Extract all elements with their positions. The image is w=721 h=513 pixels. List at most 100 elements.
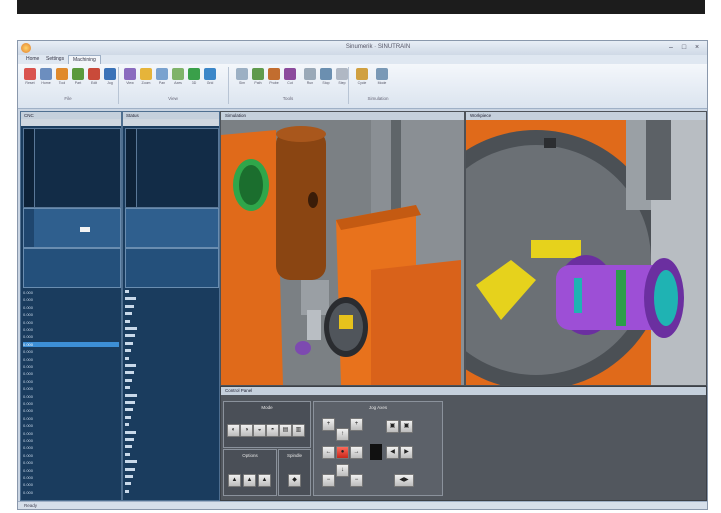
program-list-row[interactable]: 0.000 xyxy=(23,408,119,413)
mode-button-3[interactable]: ◒ xyxy=(253,424,266,437)
ribbon-button-20[interactable]: Cycle xyxy=(354,68,370,88)
ribbon-button-10[interactable]: Axes xyxy=(170,68,186,88)
program-list-row[interactable]: 0.000 xyxy=(23,327,119,332)
mode-button-4[interactable]: ◓ xyxy=(266,424,279,437)
status-list[interactable] xyxy=(123,288,219,500)
ribbon-button-14[interactable]: Path xyxy=(250,68,266,88)
program-list-row[interactable]: 0.000 xyxy=(23,431,119,436)
ribbon-button-9[interactable]: Pan xyxy=(154,68,170,88)
workpiece-scene-illustration xyxy=(466,120,706,385)
program-list-row[interactable]: 0.000 xyxy=(23,305,119,310)
ribbon-button-icon xyxy=(72,68,84,80)
jog-right-button[interactable]: → xyxy=(350,446,363,459)
jog-z-plus-button[interactable]: + xyxy=(322,418,335,431)
jog-down-button[interactable]: ↓ xyxy=(336,464,349,477)
jog-side-button-4[interactable]: ▶ xyxy=(400,446,413,459)
ribbon-button-13[interactable]: Sim xyxy=(234,68,250,88)
ribbon-button-11[interactable]: 3D xyxy=(186,68,202,88)
program-list-row[interactable]: 0.000 xyxy=(23,453,119,458)
ribbon-button-6[interactable]: Jog xyxy=(102,68,118,88)
ribbon-button-3[interactable]: Tool xyxy=(54,68,70,88)
jog-side-button-2[interactable]: ▣ xyxy=(400,420,413,433)
ribbon-button-label: Grid xyxy=(206,81,214,85)
workpiece-view-header: Workpiece xyxy=(466,112,706,120)
program-list-row[interactable]: 0.000 xyxy=(23,290,119,295)
mode-button-6[interactable]: ▥ xyxy=(292,424,305,437)
jog-z-minus-button[interactable]: − xyxy=(322,474,335,487)
tab-settings[interactable]: Settings xyxy=(42,55,68,64)
jog-left-button[interactable]: ← xyxy=(322,446,335,459)
mode-button-2[interactable]: ◑ xyxy=(240,424,253,437)
program-list-row[interactable]: 0.000 xyxy=(23,312,119,317)
maximize-button[interactable]: □ xyxy=(679,43,689,52)
program-list-row[interactable]: 0.000 xyxy=(23,445,119,450)
ribbon-button-8[interactable]: Zoom xyxy=(138,68,154,88)
ribbon-button-1[interactable]: Reset xyxy=(22,68,38,88)
status-panel: Status xyxy=(122,111,220,501)
ribbon-button-18[interactable]: Stop xyxy=(318,68,334,88)
mode-button-1[interactable]: ◐ xyxy=(227,424,240,437)
program-list-row[interactable]: 0.000 xyxy=(23,341,119,347)
program-list-row[interactable]: 0.000 xyxy=(23,320,119,325)
program-list-row[interactable]: 0.000 xyxy=(23,475,119,480)
program-list-row[interactable]: 0.000 xyxy=(23,460,119,465)
option-button-2[interactable]: ▲ xyxy=(243,474,256,487)
jog-axes-group: Jog Axes + ↑ + ← ● → − ↓ − ▣ ▣ ◀ ▶ ◀▶ xyxy=(313,401,443,496)
mode-button-5[interactable]: ▤ xyxy=(279,424,292,437)
program-list-row[interactable]: 0.000 xyxy=(23,423,119,428)
option-button-1[interactable]: ▲ xyxy=(228,474,241,487)
spindle-button[interactable]: ◆ xyxy=(288,474,301,487)
program-list-row[interactable]: 0.000 xyxy=(23,468,119,473)
program-list-row[interactable]: 0.000 xyxy=(23,297,119,302)
machine-view[interactable]: Simulation xyxy=(220,111,465,386)
ribbon-button-icon xyxy=(188,68,200,80)
jog-side-button-1[interactable]: ▣ xyxy=(386,420,399,433)
app-window: Sinumerik · SINUTRAIN – □ × Home Setting… xyxy=(17,40,708,510)
program-list-row[interactable]: 0.000 xyxy=(23,379,119,384)
workpiece-view[interactable]: Workpiece xyxy=(465,111,707,386)
ribbon-button-16[interactable]: Cut xyxy=(282,68,298,88)
program-list-row[interactable]: 0.000 xyxy=(23,334,119,339)
program-list-row[interactable]: 0.000 xyxy=(23,357,119,362)
spindle-group: Spindle ◆ xyxy=(278,449,311,496)
app-logo-icon[interactable] xyxy=(21,43,31,53)
ribbon-button-21[interactable]: Mode xyxy=(374,68,390,88)
ribbon-group-separator xyxy=(348,67,349,104)
jog-side-button-3[interactable]: ◀ xyxy=(386,446,399,459)
jog-selector-indicator xyxy=(370,444,382,460)
program-list[interactable]: 0.000 0.000 0.000 0.000 0.000 0.000 0.000 0.000… xyxy=(21,288,121,500)
title-bar: Sinumerik · SINUTRAIN – □ × xyxy=(18,41,707,55)
program-list-row[interactable]: 0.000 xyxy=(23,416,119,421)
ribbon-button-12[interactable]: Grid xyxy=(202,68,218,88)
program-list-row[interactable]: 0.000 xyxy=(23,349,119,354)
mode-group: Mode ◐ ◑ ◒ ◓ ▤ ▥ xyxy=(223,401,311,448)
tab-home[interactable]: Home xyxy=(22,55,43,64)
ribbon-button-2[interactable]: Home xyxy=(38,68,54,88)
status-list-marker xyxy=(125,319,130,323)
ribbon-button-icon xyxy=(252,68,264,80)
ribbon-button-17[interactable]: Run xyxy=(302,68,318,88)
jog-y-minus-button[interactable]: − xyxy=(350,474,363,487)
jog-rapid-button[interactable]: ● xyxy=(336,446,349,459)
program-list-row[interactable]: 0.000 xyxy=(23,371,119,376)
status-list-marker xyxy=(125,393,137,397)
program-list-row[interactable]: 0.000 xyxy=(23,394,119,399)
minimize-button[interactable]: – xyxy=(666,43,676,52)
program-list-row[interactable]: 0.000 xyxy=(23,386,119,391)
jog-up-button[interactable]: ↑ xyxy=(336,428,349,441)
jog-y-plus-button[interactable]: + xyxy=(350,418,363,431)
ribbon-button-15[interactable]: Probe xyxy=(266,68,282,88)
ribbon-button-icon xyxy=(56,68,68,80)
program-list-row[interactable]: 0.000 xyxy=(23,364,119,369)
program-list-row[interactable]: 0.000 xyxy=(23,482,119,487)
ribbon-button-7[interactable]: View xyxy=(122,68,138,88)
status-display xyxy=(125,128,219,208)
program-list-row[interactable]: 0.000 xyxy=(23,490,119,495)
program-list-row[interactable]: 0.000 xyxy=(23,401,119,406)
close-button[interactable]: × xyxy=(692,43,702,52)
option-button-3[interactable]: ▲ xyxy=(258,474,271,487)
jog-side-button-5[interactable]: ◀▶ xyxy=(394,474,414,487)
ribbon-button-5[interactable]: Edit xyxy=(86,68,102,88)
program-list-row[interactable]: 0.000 xyxy=(23,438,119,443)
ribbon-button-4[interactable]: Part xyxy=(70,68,86,88)
